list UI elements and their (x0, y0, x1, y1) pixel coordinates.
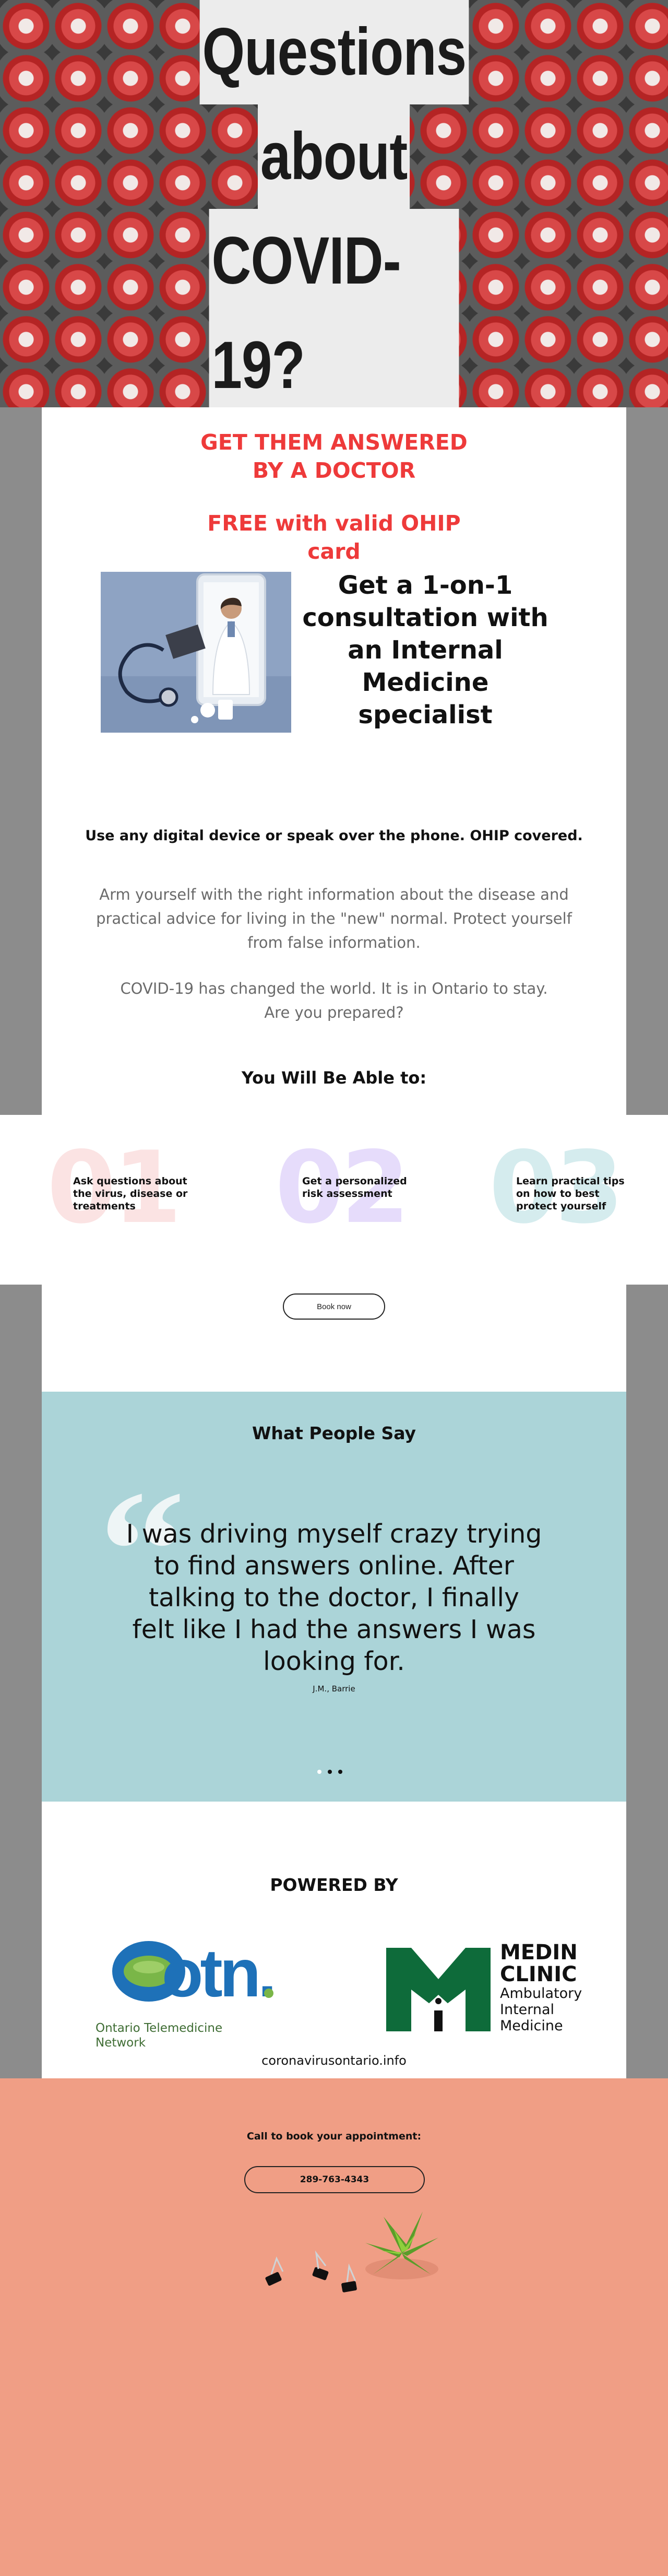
hero-banner: Questions about COVID-19? (0, 0, 668, 407)
covid-line: COVID-19 has changed the world. It is in… (120, 980, 548, 997)
book-section: Book now (42, 1285, 626, 1392)
testimonial-section: What People Say “ I was driving myself c… (42, 1392, 626, 1802)
carousel-dot[interactable] (317, 1770, 321, 1774)
benefit-item: 01 Ask questions about the virus, diseas… (47, 1115, 256, 1285)
benefit-text: Learn practical tips on how to best prot… (516, 1175, 625, 1212)
intro-section: GET THEM ANSWERED BY A DOCTOR FREE with … (42, 407, 626, 1115)
carousel-dot[interactable] (338, 1770, 342, 1774)
otn-logo: otn. (112, 1935, 274, 2005)
testimonial-quote: I was driving myself crazy trying to fin… (126, 1519, 542, 1676)
otn-name: Ontario Telemedicine Network (96, 2021, 223, 2050)
ohip-free-line: FREE with valid OHIP card (207, 511, 461, 564)
medin-clinic-name: MEDIN CLINIC Ambulatory Internal Medicin… (500, 1942, 589, 2034)
book-now-button[interactable]: Book now (283, 1293, 385, 1320)
consultation-heading: Get a 1-on-1 consultation with an Intern… (302, 571, 548, 730)
contact-footer: Call to book your appointment: 289-763-4… (0, 2078, 668, 2576)
hero-title-line: COVID-19? (209, 209, 459, 407)
carousel-dots (317, 1770, 342, 1774)
intro-paragraph: Arm yourself with the right information … (96, 886, 572, 951)
phone-button[interactable]: 289-763-4343 (244, 2166, 425, 2193)
benefits-heading: You Will Be Able to: (241, 1068, 427, 1088)
binder-clips-plant-decoration (265, 2212, 438, 2292)
website-link[interactable]: coronavirusontario.info (42, 2053, 626, 2068)
doctor-tablet-illustration (101, 572, 291, 733)
hero-title-line: about (258, 104, 410, 209)
benefits-list: 01 Ask questions about the virus, diseas… (0, 1115, 668, 1285)
digital-device-line: Use any digital device or speak over the… (85, 828, 583, 844)
powered-by-heading: POWERED BY (270, 1875, 398, 1895)
medin-title: MEDIN CLINIC (500, 1940, 578, 1986)
hero-title-line: Questions (199, 0, 469, 104)
otn-wordmark: otn. (162, 1935, 273, 2005)
hero-title: Questions about COVID-19? (182, 0, 486, 407)
benefit-text: Ask questions about the virus, disease o… (73, 1175, 188, 1212)
covid-line: Are you prepared? (264, 1004, 404, 1021)
benefit-item: 02 Get a personalized risk assessment (275, 1115, 484, 1285)
carousel-dot[interactable] (328, 1770, 332, 1774)
medin-subtitle: Ambulatory Internal Medicine (500, 1985, 582, 2034)
medin-clinic-logo (386, 1948, 491, 2031)
testimonial-heading: What People Say (252, 1423, 416, 1443)
benefit-text: Get a personalized risk assessment (302, 1175, 407, 1199)
testimonial-author: J.M., Barrie (313, 1684, 355, 1693)
covid-paragraph: COVID-19 has changed the world. It is in… (94, 977, 574, 1025)
partners-section: POWERED BY otn. Ontario Telemedicine Net… (42, 1802, 626, 2078)
call-to-book-text: Call to book your appointment: (246, 2131, 422, 2142)
benefit-item: 03 Learn practical tips on how to best p… (489, 1115, 666, 1285)
intro-headline: GET THEM ANSWERED BY A DOCTOR (200, 430, 468, 483)
page: Questions about COVID-19? GET THEM ANSWE… (0, 0, 668, 2576)
